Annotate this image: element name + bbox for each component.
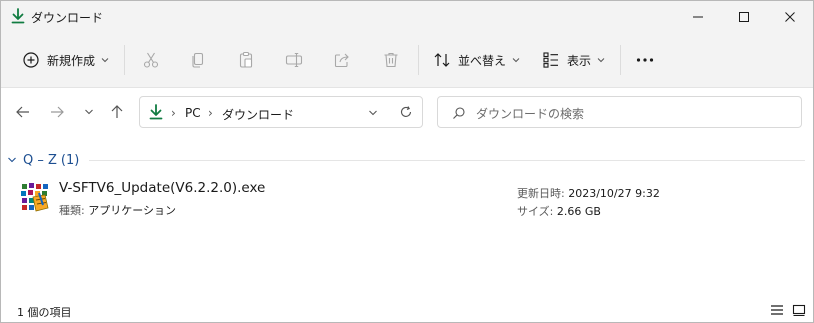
group-label: Q – Z — [23, 152, 57, 168]
breadcrumb-separator: › — [171, 106, 176, 120]
breadcrumb-pc[interactable]: PC — [185, 106, 201, 120]
refresh-icon[interactable] — [399, 105, 413, 119]
tiles-view-icon — [792, 304, 806, 316]
file-item[interactable]: V-SFTV6_Update(V6.2.2.0).exe 種類: アプリケーショ… — [15, 175, 805, 221]
chevron-down-icon — [512, 58, 520, 63]
view-button[interactable]: 表示 — [541, 44, 605, 76]
group-header[interactable]: Q – Z (1) — [7, 151, 79, 169]
breadcrumb-separator: › — [208, 106, 213, 120]
minimize-icon — [693, 16, 703, 18]
sort-icon — [434, 53, 450, 67]
maximize-button[interactable] — [721, 1, 767, 33]
search-placeholder: ダウンロードの検索 — [476, 107, 585, 121]
file-type-value: アプリケーション — [88, 204, 176, 217]
group-count: (1) — [60, 152, 80, 168]
item-count: 1 個の項目 — [17, 306, 72, 319]
explorer-window: ダウンロード 新規作成 並べ替え 表示 › PC › ダウンロード ダウンロード… — [0, 0, 814, 323]
trash-icon — [384, 52, 398, 68]
toolbar-divider — [418, 45, 419, 75]
sort-button-label: 並べ替え — [458, 53, 507, 68]
copy-button[interactable] — [188, 44, 208, 76]
file-modified-key: 更新日時: — [517, 187, 565, 200]
breadcrumb-downloads[interactable]: ダウンロード — [222, 106, 294, 123]
file-type: 種類: アプリケーション — [59, 202, 176, 218]
sort-button[interactable]: 並べ替え — [432, 44, 520, 76]
new-button[interactable]: 新規作成 — [21, 44, 109, 76]
file-modified-value: 2023/10/27 9:32 — [568, 187, 660, 200]
recent-locations-button[interactable] — [77, 100, 101, 124]
file-type-key: 種類: — [59, 204, 85, 217]
rename-icon — [285, 52, 303, 68]
paste-button[interactable] — [236, 44, 256, 76]
more-button[interactable] — [634, 44, 656, 76]
chevron-down-icon[interactable] — [368, 109, 378, 117]
chevron-down-icon — [85, 109, 93, 115]
plus-circle-icon — [23, 52, 39, 68]
close-button[interactable] — [767, 1, 813, 33]
forward-button[interactable] — [45, 100, 69, 124]
details-view-button[interactable] — [768, 302, 786, 318]
minimize-button[interactable] — [675, 1, 721, 33]
chevron-down-icon — [8, 157, 16, 163]
cut-button[interactable] — [141, 44, 161, 76]
search-box[interactable]: ダウンロードの検索 — [437, 96, 802, 128]
share-button[interactable] — [332, 44, 352, 76]
tiles-view-button[interactable] — [790, 302, 808, 318]
command-bar: 新規作成 並べ替え 表示 — [1, 33, 813, 88]
file-size-value: 2.66 GB — [556, 205, 601, 218]
scissors-icon — [143, 52, 159, 68]
file-name: V-SFTV6_Update(V6.2.2.0).exe — [59, 180, 266, 196]
arrow-up-icon — [111, 105, 123, 118]
download-icon — [149, 104, 163, 120]
up-button[interactable] — [105, 100, 129, 124]
chevron-down-icon — [101, 58, 109, 63]
close-icon — [785, 12, 795, 22]
group-divider — [89, 160, 805, 161]
paste-icon — [239, 51, 253, 68]
view-button-label: 表示 — [567, 53, 592, 68]
file-modified: 更新日時: 2023/10/27 9:32 — [517, 185, 660, 201]
rename-button[interactable] — [284, 44, 304, 76]
search-icon — [453, 107, 465, 119]
toolbar-divider — [620, 45, 621, 75]
back-button[interactable] — [11, 100, 35, 124]
copy-icon — [192, 52, 204, 68]
more-icon — [636, 58, 654, 62]
window-title: ダウンロード — [31, 11, 104, 25]
arrow-right-icon — [51, 106, 64, 118]
share-icon — [334, 53, 349, 68]
details-view-icon — [771, 305, 783, 315]
new-button-label: 新規作成 — [47, 53, 96, 68]
view-list-icon — [543, 52, 558, 68]
address-bar[interactable]: › PC › ダウンロード — [139, 96, 423, 128]
file-size-key: サイズ: — [517, 205, 554, 218]
maximize-icon — [739, 12, 749, 22]
chevron-down-icon — [597, 58, 605, 63]
toolbar-divider — [124, 45, 125, 75]
file-size: サイズ: 2.66 GB — [517, 203, 601, 219]
application-icon — [21, 183, 49, 212]
title-bar: ダウンロード — [1, 1, 813, 33]
download-icon — [11, 8, 25, 24]
delete-button[interactable] — [381, 44, 401, 76]
arrow-left-icon — [16, 106, 29, 118]
